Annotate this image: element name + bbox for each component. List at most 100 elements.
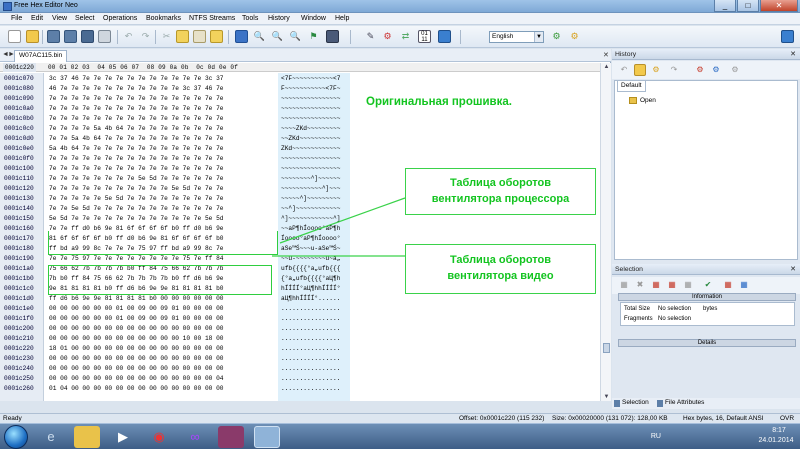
- selection-mark-icon[interactable]: ▦: [650, 279, 662, 291]
- row-hex-bytes[interactable]: 01 04 00 00 00 00 00 00 00 00 00 00 00 0…: [49, 384, 224, 394]
- menu-view[interactable]: View: [52, 15, 67, 22]
- hex-row[interactable]: 0001c260 01 04 00 00 00 00 00 00 00 00 00…: [0, 384, 350, 394]
- hex-row[interactable]: 0001c0d0 7e 7e 5a 4b 64 7e 7e 7e 7e 7e 7e…: [0, 134, 350, 144]
- checksum-icon[interactable]: ⚙: [381, 30, 394, 43]
- start-button[interactable]: [4, 425, 28, 449]
- row-hex-bytes[interactable]: 00 00 00 00 00 00 00 00 00 00 00 00 10 0…: [49, 334, 224, 344]
- row-ascii[interactable]: ~~~~~^]~~~~~~~~~: [281, 194, 340, 204]
- history-forward-icon[interactable]: ↷: [668, 64, 680, 76]
- hex-row[interactable]: 0001c220 18 01 00 00 00 00 00 00 00 00 00…: [0, 344, 350, 354]
- bookmark-icon[interactable]: [326, 30, 339, 43]
- menu-ntfs-streams[interactable]: NTFS Streams: [189, 15, 235, 22]
- row-hex-bytes[interactable]: 5e 5d 7e 7e 7e 7e 7e 7e 7e 7e 7e 7e 7e 7…: [49, 214, 224, 224]
- row-hex-bytes[interactable]: 7e 7e 7e 7e 5a 4b 64 7e 7e 7e 7e 7e 7e 7…: [49, 124, 224, 134]
- row-hex-bytes[interactable]: 7e 7e 7e 7e 7e 7e 7e 7e 7e 7e 7e 7e 7e 7…: [49, 94, 224, 104]
- new-icon[interactable]: [8, 30, 21, 43]
- hex-row[interactable]: 0001c0f0 7e 7e 7e 7e 7e 7e 7e 7e 7e 7e 7e…: [0, 154, 350, 164]
- minimize-button[interactable]: _: [714, 0, 736, 12]
- hex-row[interactable]: 0001c250 00 00 00 00 00 00 00 00 00 00 00…: [0, 374, 350, 384]
- row-hex-bytes[interactable]: 00 00 00 00 00 00 01 00 09 00 09 01 00 0…: [49, 304, 224, 314]
- details-header[interactable]: Details: [618, 339, 796, 347]
- row-hex-bytes[interactable]: 7e 7e 7e 7e 7e 5e 5d 7e 7e 7e 7e 7e 7e 7…: [49, 194, 224, 204]
- row-hex-bytes[interactable]: 00 00 00 00 00 00 00 00 00 00 00 00 00 0…: [49, 324, 224, 334]
- scroll-up-icon[interactable]: ▲: [602, 63, 611, 71]
- hex-row[interactable]: 0001c230 00 00 00 00 00 00 00 00 00 00 00…: [0, 354, 350, 364]
- row-ascii[interactable]: ~~u-~~~~~~~~u~a„: [281, 254, 340, 264]
- hex-row[interactable]: 0001c140 7e 7e 5e 5d 7e 7e 7e 7e 7e 7e 7e…: [0, 204, 350, 214]
- row-ascii[interactable]: ZKd~~~~~~~~~~~~~: [281, 144, 340, 154]
- hex-row[interactable]: 0001c080 46 7e 7e 7e 7e 7e 7e 7e 7e 7e 7e…: [0, 84, 350, 94]
- language-indicator[interactable]: RU: [651, 433, 661, 440]
- chevron-down-icon[interactable]: ▼: [534, 32, 543, 42]
- hex-row[interactable]: 0001c100 7e 7e 7e 7e 7e 7e 7e 7e 7e 7e 7e…: [0, 164, 350, 174]
- redo-icon[interactable]: ↷: [139, 30, 152, 43]
- row-ascii[interactable]: ~~~~~~~~~~~~~~~~: [281, 104, 340, 114]
- find-next-icon[interactable]: 🔍: [271, 30, 284, 43]
- select-all-icon[interactable]: ▦: [618, 279, 630, 291]
- history-back-icon[interactable]: ↶: [618, 64, 630, 76]
- bits-icon[interactable]: 01 11: [418, 30, 431, 43]
- goto-icon[interactable]: [235, 30, 248, 43]
- maximize-button[interactable]: □: [737, 0, 759, 12]
- visual-studio-icon[interactable]: ∞: [182, 426, 208, 448]
- row-hex-bytes[interactable]: 7e 7e 5e 5d 7e 7e 7e 7e 7e 7e 7e 7e 7e 7…: [49, 204, 224, 214]
- row-ascii[interactable]: aЦ¶hhÍÍÍÍ°......: [281, 294, 340, 304]
- explorer-icon[interactable]: [74, 426, 100, 448]
- row-ascii[interactable]: ~~ZKd~~~~~~~~~~~: [281, 134, 340, 144]
- row-hex-bytes[interactable]: 7e 7e 7e 7e 7e 7e 7e 7e 7e 7e 7e 7e 7e 7…: [49, 164, 224, 174]
- row-ascii[interactable]: ~~~~~~~~~~~~~~~~: [281, 114, 340, 124]
- menu-file[interactable]: File: [11, 15, 22, 22]
- row-hex-bytes[interactable]: 00 00 00 00 00 00 01 00 09 00 09 01 00 0…: [49, 314, 224, 324]
- language-select[interactable]: English ▼: [489, 31, 544, 43]
- restore-icon[interactable]: [781, 30, 794, 43]
- row-ascii[interactable]: {°a„ufb{{{{°aЦ¶h: [281, 274, 340, 284]
- menu-bookmarks[interactable]: Bookmarks: [146, 15, 181, 22]
- row-hex-bytes[interactable]: 7e 7e 75 97 7e 7e 7e 7e 7e 7e 7e 7e 75 7…: [49, 254, 224, 264]
- row-ascii[interactable]: ................: [281, 384, 340, 394]
- row-ascii[interactable]: aSe™Ś~~~u-aSe™Ś~: [281, 244, 340, 254]
- row-ascii[interactable]: ................: [281, 304, 340, 314]
- history-remove-icon[interactable]: ⚙: [694, 64, 706, 76]
- clock-date[interactable]: 24.01.2014: [756, 437, 796, 444]
- menu-history[interactable]: History: [268, 15, 290, 22]
- open-icon[interactable]: [26, 30, 39, 43]
- winrar-icon[interactable]: [218, 426, 244, 448]
- save-all-icon[interactable]: [64, 30, 77, 43]
- row-hex-bytes[interactable]: 7e 7e 7e 7e 7e 7e 7e 7e 5e 5d 7e 7e 7e 7…: [49, 174, 224, 184]
- vertical-scrollbar[interactable]: ▲ ▼: [600, 63, 611, 401]
- help-icon[interactable]: ⚙: [568, 30, 581, 43]
- row-ascii[interactable]: ................: [281, 374, 340, 384]
- hex-row[interactable]: 0001c0b0 7e 7e 7e 7e 7e 7e 7e 7e 7e 7e 7e…: [0, 114, 350, 124]
- hex-row[interactable]: 0001c0c0 7e 7e 7e 7e 5a 4b 64 7e 7e 7e 7e…: [0, 124, 350, 134]
- hex-row[interactable]: 0001c120 7e 7e 7e 7e 7e 7e 7e 7e 7e 7e 7e…: [0, 184, 350, 194]
- scroll-down-icon[interactable]: ▼: [602, 393, 611, 401]
- hex-row[interactable]: 0001c210 00 00 00 00 00 00 00 00 00 00 00…: [0, 334, 350, 344]
- selection-close-icon[interactable]: ✕: [790, 265, 796, 273]
- hex-row[interactable]: 0001c150 5e 5d 7e 7e 7e 7e 7e 7e 7e 7e 7e…: [0, 214, 350, 224]
- ie-icon[interactable]: e: [38, 426, 64, 448]
- tab-document[interactable]: W07AC115.bin: [14, 50, 68, 62]
- hex-row[interactable]: 0001c110 7e 7e 7e 7e 7e 7e 7e 7e 5e 5d 7e…: [0, 174, 350, 184]
- hex-row[interactable]: 0001c1d0 ff d6 b6 9e 9e 81 81 81 81 b0 00…: [0, 294, 350, 304]
- export-icon[interactable]: ⇄: [399, 30, 412, 43]
- hex-row[interactable]: 0001c190 7e 7e 75 97 7e 7e 7e 7e 7e 7e 7e…: [0, 254, 350, 264]
- settings-icon[interactable]: ⚙: [550, 30, 563, 43]
- row-ascii[interactable]: ................: [281, 314, 340, 324]
- row-ascii[interactable]: ~~^]~~~~~~~~~~~~: [281, 204, 340, 214]
- row-ascii[interactable]: ^]~~~~~~~~~~~~^]: [281, 214, 340, 224]
- hex-row[interactable]: 0001c1e0 00 00 00 00 00 00 01 00 09 00 09…: [0, 304, 350, 314]
- row-hex-bytes[interactable]: 7e 7e 7e 7e 7e 7e 7e 7e 7e 7e 7e 5e 5d 7…: [49, 184, 224, 194]
- selection-split-icon[interactable]: ▦: [666, 279, 678, 291]
- row-ascii[interactable]: ~~~~~~~~~~~~~~~~: [281, 94, 340, 104]
- row-hex-bytes[interactable]: 7e 7e 7e 7e 7e 7e 7e 7e 7e 7e 7e 7e 7e 7…: [49, 114, 224, 124]
- media-player-icon[interactable]: ▶: [110, 426, 136, 448]
- monitor-icon[interactable]: [438, 30, 451, 43]
- hex-row[interactable]: 0001c200 00 00 00 00 00 00 00 00 00 00 00…: [0, 324, 350, 334]
- tab-file-attributes[interactable]: File Attributes: [665, 399, 704, 406]
- row-ascii[interactable]: ................: [281, 334, 340, 344]
- clock-time[interactable]: 8:17: [762, 427, 796, 434]
- row-ascii[interactable]: ~~aP¶hÍoooo°aP¶h: [281, 224, 340, 234]
- row-hex-bytes[interactable]: 00 00 00 00 00 00 00 00 00 00 00 00 00 0…: [49, 374, 224, 384]
- row-ascii[interactable]: ~~~~~~~~~~~^]~~~: [281, 184, 340, 194]
- save-icon[interactable]: [47, 30, 60, 43]
